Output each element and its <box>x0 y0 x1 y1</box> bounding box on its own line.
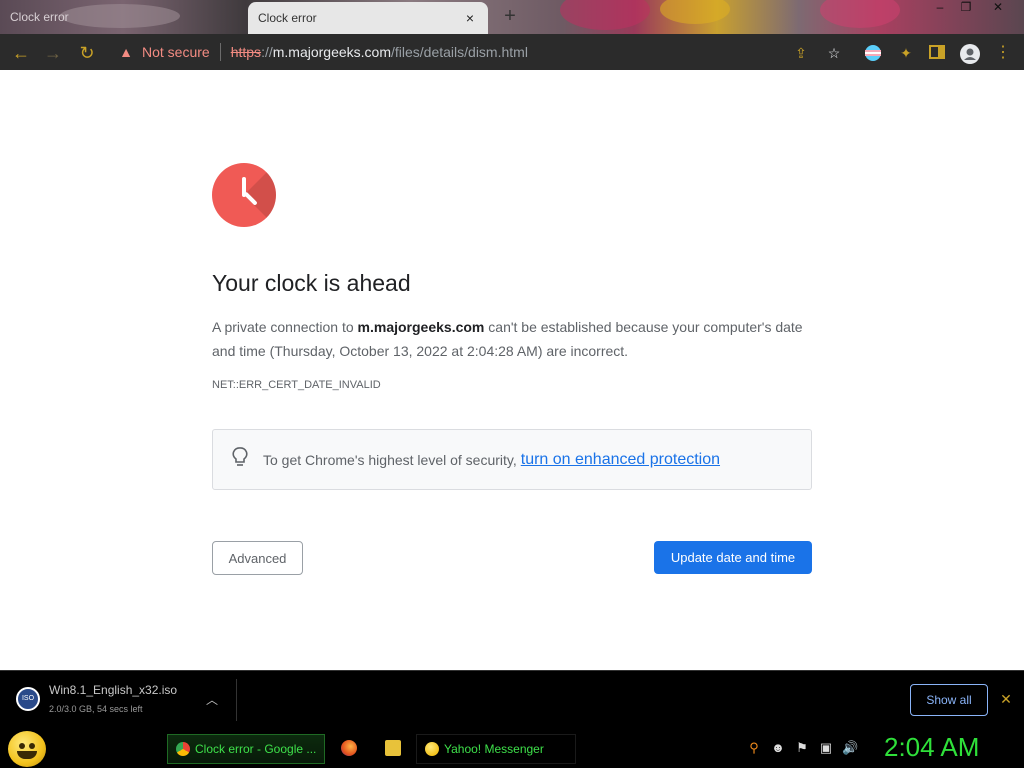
clock-icon <box>212 163 276 227</box>
chrome-icon <box>176 742 190 756</box>
volume-icon[interactable]: 🔊 <box>842 740 858 756</box>
tab-title: Clock error <box>258 11 317 25</box>
omnibox-separator <box>219 43 221 61</box>
forward-arrow-icon[interactable]: → <box>42 42 64 64</box>
window-close-icon[interactable]: ✕ <box>984 0 1012 14</box>
network-icon[interactable]: ▣ <box>818 740 834 756</box>
action-center-flag-icon[interactable]: ⚑ <box>794 740 810 756</box>
download-shelf: ISO Win8.1_English_x32.iso 2.0/3.0 GB, 5… <box>0 670 1024 730</box>
chevron-up-icon[interactable]: ︿ <box>204 691 220 707</box>
url-path: /files/details/dism.html <box>391 44 528 60</box>
menu-kebab-icon[interactable]: ⋮ <box>994 44 1012 62</box>
page-title: Your clock is ahead <box>212 270 411 296</box>
url-host: m.majorgeeks.com <box>272 44 391 60</box>
tab-strip: Clock error Clock error × + ‒ ❐ ✕ <box>0 0 1024 34</box>
download-divider <box>236 679 237 721</box>
tab-clock-error-background[interactable]: Clock error <box>0 0 248 34</box>
interstitial-page: Your clock is ahead A private connection… <box>0 70 1024 670</box>
taskbar: Clock error - Google ... Yahoo! Messenge… <box>0 730 1024 768</box>
iso-file-icon[interactable]: ISO <box>16 687 40 711</box>
back-arrow-icon[interactable]: ← <box>10 42 32 64</box>
minimize-icon[interactable]: ‒ <box>926 0 954 14</box>
download-status: 2.0/3.0 GB, 54 secs left <box>49 704 143 714</box>
advanced-button[interactable]: Advanced <box>212 541 303 575</box>
bookmark-star-icon[interactable]: ☆ <box>825 44 843 62</box>
messenger-tray-icon[interactable]: ☻ <box>770 740 786 756</box>
new-tab-icon[interactable]: + <box>500 6 520 26</box>
download-file-name[interactable]: Win8.1_English_x32.iso <box>49 683 177 697</box>
error-host: m.majorgeeks.com <box>357 319 485 335</box>
enhanced-protection-promo: To get Chrome's highest level of securit… <box>212 429 812 490</box>
taskbar-item-label: Clock error - Google ... <box>195 742 317 756</box>
restore-icon[interactable]: ❐ <box>952 0 980 14</box>
extensions-puzzle-icon[interactable]: ✦ <box>897 44 915 62</box>
promo-text: To get Chrome's highest level of securit… <box>263 451 517 468</box>
address-bar[interactable]: ▲ Not secure https://m.majorgeeks.com/fi… <box>108 38 852 66</box>
browser-toolbar: ← → ↻ ▲ Not secure https://m.majorgeeks.… <box>0 34 1024 70</box>
error-description: A private connection to m.majorgeeks.com… <box>212 319 803 359</box>
url-scheme: https <box>230 44 262 60</box>
close-icon[interactable]: ✕ <box>998 691 1014 707</box>
taskbar-item-label: Yahoo! Messenger <box>444 742 544 756</box>
taskbar-item-chrome[interactable]: Clock error - Google ... <box>167 734 325 764</box>
start-button-smiley-icon[interactable] <box>8 731 46 767</box>
taskbar-item-yahoo-messenger[interactable]: Yahoo! Messenger <box>416 734 576 764</box>
tab-title: Clock error <box>10 10 69 24</box>
lightbulb-icon <box>229 447 251 472</box>
error-code[interactable]: NET::ERR_CERT_DATE_INVALID <box>212 379 381 391</box>
profile-flag-icon[interactable] <box>864 44 882 62</box>
reload-icon[interactable]: ↻ <box>76 42 98 64</box>
enhanced-protection-link[interactable]: turn on enhanced protection <box>521 451 720 469</box>
folder-icon[interactable] <box>385 740 401 756</box>
search-icon[interactable]: ⚲ <box>746 740 762 756</box>
firefox-icon[interactable] <box>341 740 357 756</box>
url-scheme-separator: :// <box>261 44 273 60</box>
share-icon[interactable]: ⇪ <box>792 44 810 62</box>
tab-close-icon[interactable]: × <box>462 10 478 26</box>
update-date-time-button[interactable]: Update date and time <box>654 541 812 574</box>
tab-clock-error-active[interactable]: Clock error × <box>248 2 488 34</box>
not-secure-label[interactable]: Not secure <box>142 44 210 60</box>
avatar[interactable] <box>960 44 980 64</box>
side-panel-icon[interactable] <box>928 44 946 62</box>
warning-triangle-icon[interactable]: ▲ <box>118 44 134 60</box>
show-all-button[interactable]: Show all <box>910 684 988 716</box>
taskbar-clock[interactable]: 2:04 AM <box>884 732 979 763</box>
yahoo-smiley-icon <box>425 742 439 756</box>
